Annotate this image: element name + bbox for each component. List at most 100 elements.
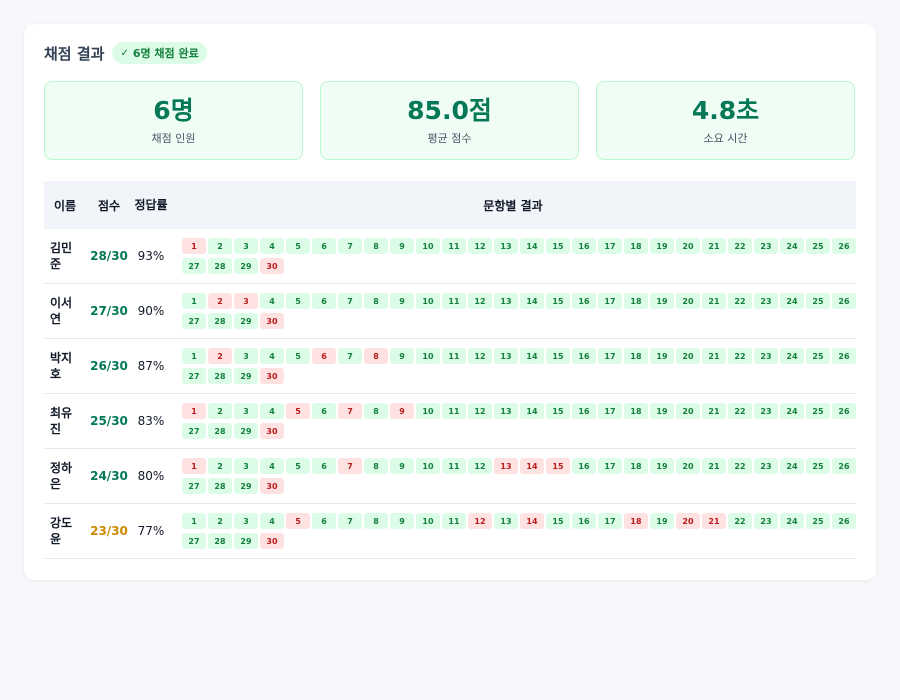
student-correct-rate: 83% — [137, 414, 165, 428]
question-wrong-chip: 1 — [182, 403, 206, 419]
question-wrong-chip: 2 — [208, 293, 232, 309]
question-correct-chip: 29 — [234, 368, 258, 384]
question-correct-chip: 12 — [468, 238, 492, 254]
question-wrong-chip: 20 — [676, 513, 700, 529]
question-correct-chip: 29 — [234, 258, 258, 274]
stat-value: 4.8초 — [691, 96, 760, 125]
question-correct-chip: 26 — [832, 458, 856, 474]
question-wrong-chip: 9 — [390, 403, 414, 419]
question-correct-chip: 23 — [754, 513, 778, 529]
question-correct-chip: 29 — [234, 478, 258, 494]
question-correct-chip: 18 — [624, 403, 648, 419]
question-correct-chip: 28 — [208, 423, 232, 439]
question-correct-chip: 9 — [390, 458, 414, 474]
question-correct-chip: 24 — [780, 513, 804, 529]
question-correct-chip: 6 — [312, 513, 336, 529]
table-row: 박지호 26/30 87% 1 2 3 4 5 6 7 8 9 10 11 12 13 14 15 16 17 18 19… — [44, 339, 856, 394]
item-results: 1 2 3 4 5 6 7 8 9 10 11 12 13 14 15 16 17 18 19 20 21 22 23 24 2… — [170, 458, 856, 494]
question-correct-chip: 4 — [260, 238, 284, 254]
student-correct-rate: 87% — [137, 359, 165, 373]
question-correct-chip: 11 — [442, 403, 466, 419]
question-correct-chip: 7 — [338, 293, 362, 309]
question-correct-chip: 20 — [676, 403, 700, 419]
question-correct-chip: 15 — [546, 513, 570, 529]
question-correct-chip: 7 — [338, 513, 362, 529]
question-correct-chip: 8 — [364, 238, 388, 254]
question-correct-chip: 27 — [182, 258, 206, 274]
question-wrong-chip: 1 — [182, 458, 206, 474]
stats-summary: 6명 채점 인원 85.0점 평균 점수 4.8초 소요 시간 — [44, 81, 855, 160]
question-correct-chip: 27 — [182, 423, 206, 439]
question-correct-chip: 17 — [598, 238, 622, 254]
question-correct-chip: 26 — [832, 238, 856, 254]
question-wrong-chip: 21 — [702, 513, 726, 529]
question-correct-chip: 21 — [702, 238, 726, 254]
question-correct-chip: 13 — [494, 293, 518, 309]
question-correct-chip: 18 — [624, 293, 648, 309]
question-correct-chip: 18 — [624, 348, 648, 364]
question-correct-chip: 10 — [416, 458, 440, 474]
status-badge-label: 6명 채점 완료 — [132, 47, 199, 60]
question-correct-chip: 10 — [416, 513, 440, 529]
question-correct-chip: 25 — [806, 513, 830, 529]
question-correct-chip: 11 — [442, 458, 466, 474]
student-name: 정하은 — [50, 461, 73, 491]
question-correct-chip: 2 — [208, 238, 232, 254]
student-name: 박지호 — [50, 351, 73, 381]
question-correct-chip: 19 — [650, 238, 674, 254]
table-header: 이름 점수 정답률 문항별 결과 — [44, 181, 856, 229]
question-correct-chip: 26 — [832, 403, 856, 419]
question-correct-chip: 24 — [780, 403, 804, 419]
question-correct-chip: 4 — [260, 348, 284, 364]
item-results: 1 2 3 4 5 6 7 8 9 10 11 12 13 14 15 16 17 18 19 20 21 22 23 24 2… — [170, 293, 856, 329]
question-correct-chip: 12 — [468, 458, 492, 474]
question-correct-chip: 8 — [364, 513, 388, 529]
column-header-rate: 정답률 — [134, 198, 168, 212]
question-correct-chip: 20 — [676, 293, 700, 309]
question-correct-chip: 5 — [286, 348, 310, 364]
question-correct-chip: 16 — [572, 458, 596, 474]
question-correct-chip: 1 — [182, 513, 206, 529]
table-row: 정하은 24/30 80% 1 2 3 4 5 6 7 8 9 10 11 12 13 14 15 16 17 18 19… — [44, 449, 856, 504]
question-wrong-chip: 30 — [260, 368, 284, 384]
table-body: 김민준 28/30 93% 1 2 3 4 5 6 7 8 9 10 11 12 13 14 15 16 17 18 19… — [44, 229, 856, 559]
stat-label: 채점 인원 — [151, 132, 196, 145]
table-row: 이서연 27/30 90% 1 2 3 4 5 6 7 8 9 10 11 12 13 14 15 16 17 18 19… — [44, 284, 856, 339]
question-wrong-chip: 14 — [520, 513, 544, 529]
student-score: 24/30 — [90, 469, 128, 483]
question-correct-chip: 24 — [780, 238, 804, 254]
question-wrong-chip: 30 — [260, 478, 284, 494]
question-wrong-chip: 14 — [520, 458, 544, 474]
question-correct-chip: 22 — [728, 458, 752, 474]
question-correct-chip: 22 — [728, 403, 752, 419]
question-correct-chip: 10 — [416, 403, 440, 419]
question-correct-chip: 18 — [624, 458, 648, 474]
question-correct-chip: 26 — [832, 293, 856, 309]
question-correct-chip: 13 — [494, 348, 518, 364]
student-score: 28/30 — [90, 249, 128, 263]
question-wrong-chip: 3 — [234, 293, 258, 309]
student-correct-rate: 77% — [137, 524, 165, 538]
question-correct-chip: 25 — [806, 238, 830, 254]
question-correct-chip: 9 — [390, 238, 414, 254]
column-header-name: 이름 — [53, 198, 77, 213]
question-wrong-chip: 13 — [494, 458, 518, 474]
question-correct-chip: 25 — [806, 458, 830, 474]
question-correct-chip: 19 — [650, 293, 674, 309]
question-correct-chip: 14 — [520, 293, 544, 309]
question-correct-chip: 14 — [520, 403, 544, 419]
question-correct-chip: 6 — [312, 458, 336, 474]
page-title: 채점 결과 — [44, 44, 105, 63]
student-name: 강도윤 — [50, 516, 73, 546]
question-correct-chip: 16 — [572, 348, 596, 364]
question-correct-chip: 23 — [754, 348, 778, 364]
question-correct-chip: 19 — [650, 458, 674, 474]
question-correct-chip: 9 — [390, 348, 414, 364]
status-badge: ✓ 6명 채점 완료 — [112, 42, 207, 64]
question-correct-chip: 8 — [364, 293, 388, 309]
question-correct-chip: 15 — [546, 293, 570, 309]
question-correct-chip: 3 — [234, 403, 258, 419]
item-results: 1 2 3 4 5 6 7 8 9 10 11 12 13 14 15 16 17 18 19 20 21 22 23 24 2… — [170, 403, 856, 439]
question-correct-chip: 15 — [546, 403, 570, 419]
question-correct-chip: 1 — [182, 293, 206, 309]
